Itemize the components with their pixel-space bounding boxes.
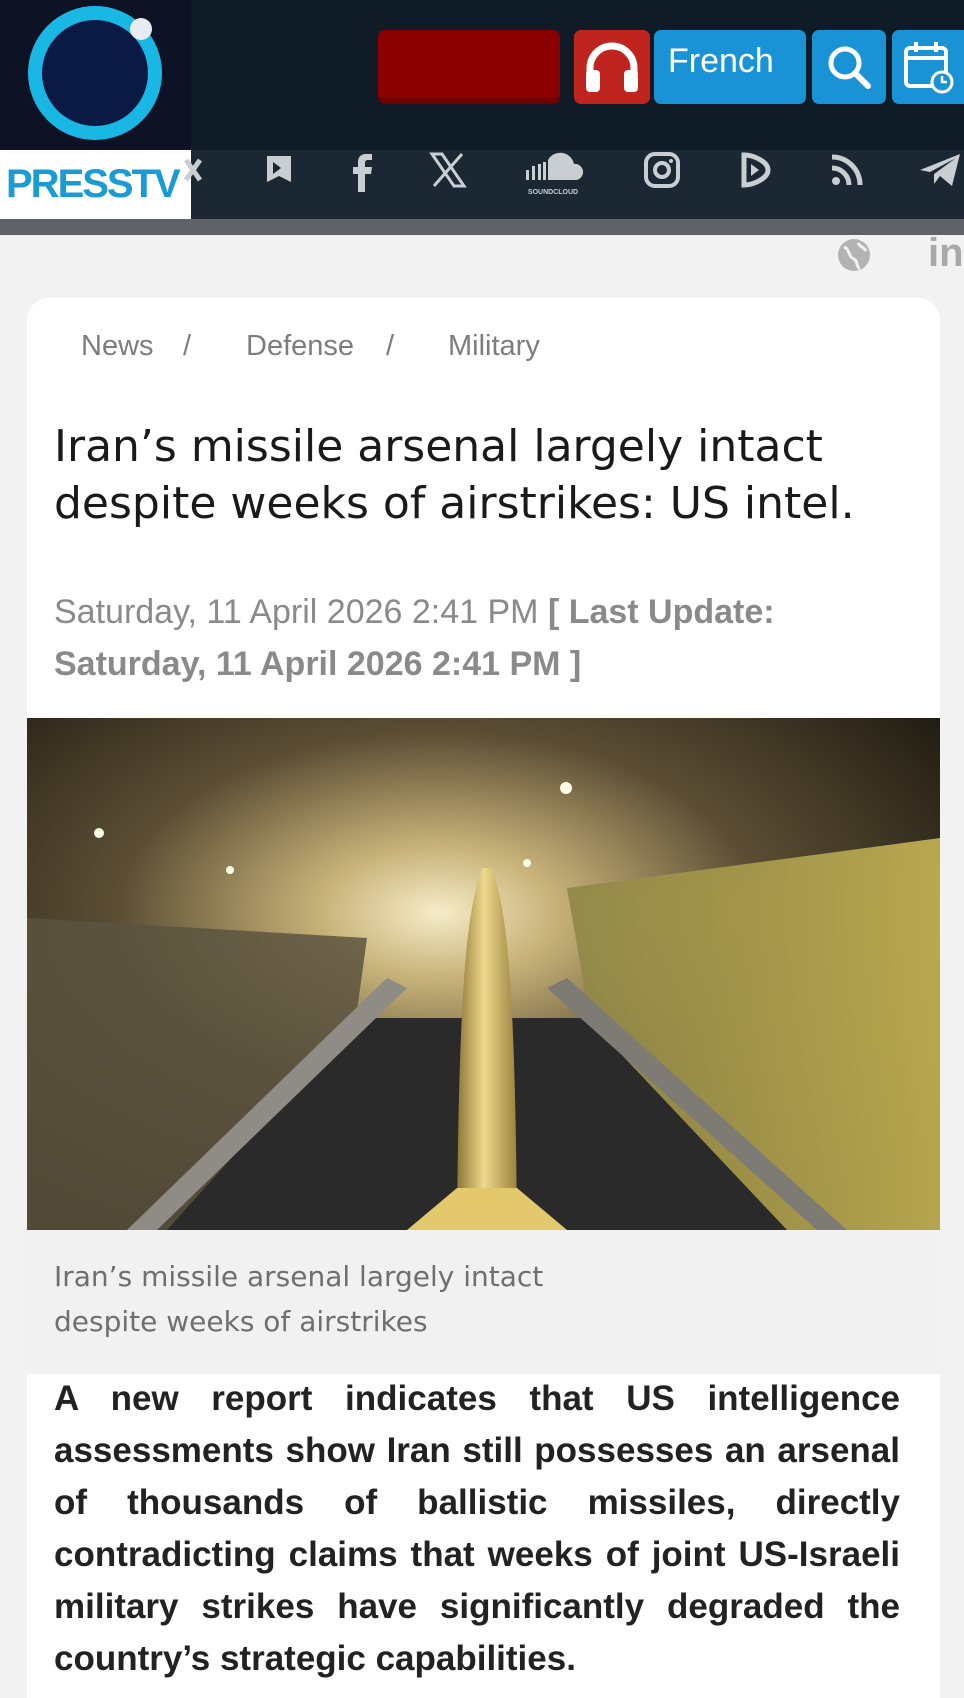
- sub-social-row: in: [0, 231, 964, 275]
- calendar-button[interactable]: [892, 30, 964, 104]
- header-divider: [0, 219, 964, 235]
- breadcrumb-defense[interactable]: Defense: [246, 330, 354, 363]
- article-title: Iran’s missile arsenal largely intact de…: [54, 421, 855, 529]
- rss-icon[interactable]: [817, 150, 877, 219]
- breadcrumb-news[interactable]: News: [81, 330, 154, 363]
- instagram-icon[interactable]: [632, 150, 692, 219]
- video-icon[interactable]: [724, 150, 784, 219]
- x-twitter-icon[interactable]: [418, 150, 478, 219]
- breadcrumb-military[interactable]: Military: [448, 330, 540, 363]
- live-button[interactable]: [378, 30, 560, 104]
- presstv-logo-emblem: [28, 6, 162, 140]
- missile-tunnel-photo: [27, 718, 940, 1230]
- breadcrumb-separator: /: [183, 330, 192, 362]
- soundcloud-icon[interactable]: SOUNDCLOUD: [518, 150, 588, 219]
- article-lead: A new report indicates that US intellige…: [54, 1379, 900, 1678]
- globe-icon[interactable]: [834, 235, 874, 275]
- search-icon: [828, 46, 871, 89]
- soundcloud-label: SOUNDCLOUD: [528, 189, 578, 196]
- language-button[interactable]: French: [654, 30, 806, 104]
- presstv-logo[interactable]: [0, 0, 191, 150]
- search-button[interactable]: [812, 30, 886, 104]
- facebook-icon[interactable]: [332, 150, 392, 219]
- bookmark-icon[interactable]: [249, 150, 309, 219]
- x-icon[interactable]: [182, 150, 210, 219]
- headphones-icon: [586, 42, 638, 92]
- article-image[interactable]: [27, 718, 940, 1230]
- publish-date: Saturday, 11 April 2026 2:41 PM: [54, 593, 539, 631]
- presstv-wordmark[interactable]: PRESSTV: [0, 150, 191, 219]
- telegram-icon[interactable]: [916, 150, 964, 219]
- calendar-icon: [904, 42, 954, 94]
- image-caption: Iran’s missile arsenal largely intact de…: [54, 1260, 544, 1338]
- linkedin-icon[interactable]: in: [928, 231, 964, 276]
- audio-button[interactable]: [574, 30, 650, 104]
- breadcrumb-separator: /: [386, 330, 395, 362]
- article-dateline: Saturday, 11 April 2026 2:41 PM [ Last U…: [54, 586, 914, 690]
